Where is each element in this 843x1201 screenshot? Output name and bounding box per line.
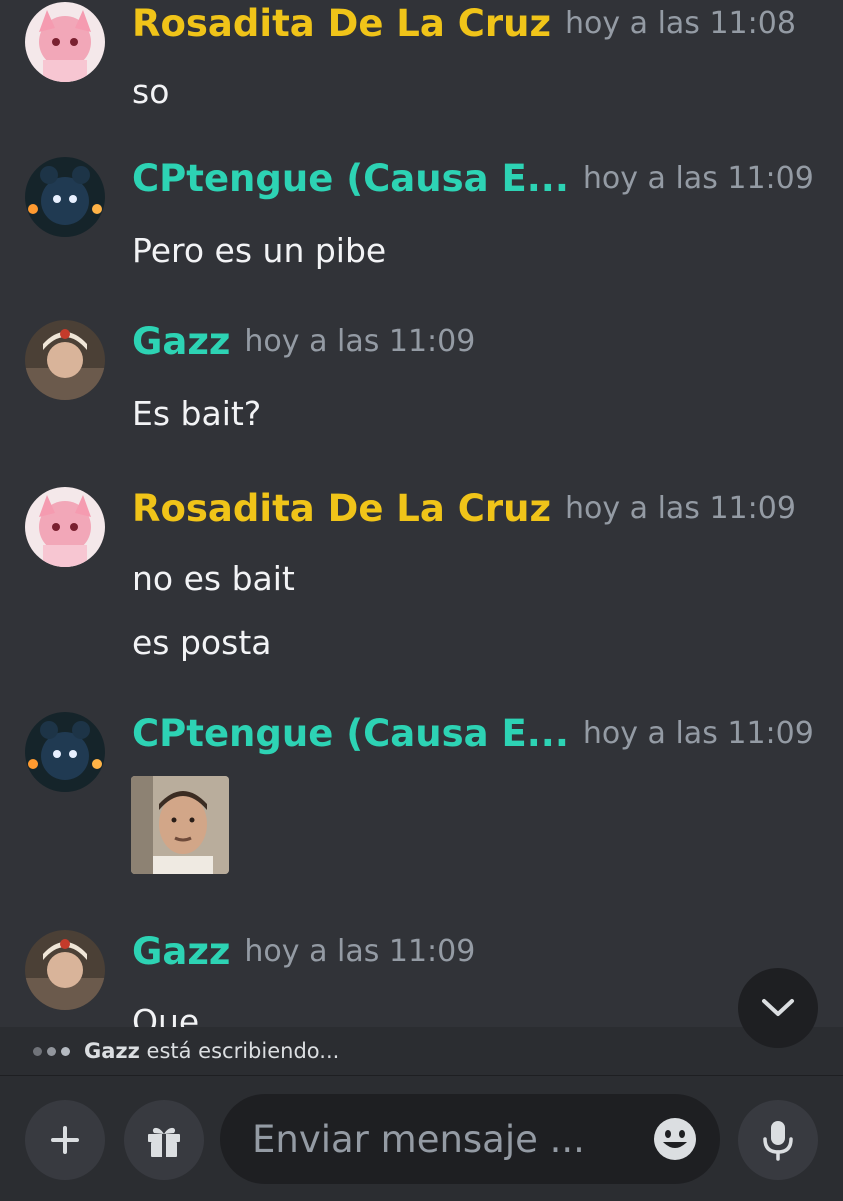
animatronic-bear-avatar[interactable]: [25, 712, 105, 792]
author-name[interactable]: Gazz: [132, 320, 230, 363]
author-name[interactable]: Gazz: [132, 930, 230, 973]
message-header: Gazz hoy a las 11:09: [132, 930, 475, 990]
gift-button[interactable]: [124, 1100, 204, 1180]
timestamp: hoy a las 11:09: [244, 934, 476, 969]
typing-text: Gazz está escribiendo...: [84, 1039, 339, 1063]
typing-indicator: Gazz está escribiendo...: [0, 1027, 843, 1075]
add-attachment-button[interactable]: [25, 1100, 105, 1180]
timestamp: hoy a las 11:09: [582, 716, 814, 751]
photo-avatar[interactable]: [25, 930, 105, 1010]
typing-status: está escribiendo...: [146, 1039, 340, 1063]
chevron-down-icon: [762, 999, 794, 1016]
message-input[interactable]: [250, 1116, 634, 1162]
pink-anime-avatar[interactable]: [25, 2, 105, 82]
animatronic-bear-avatar[interactable]: [25, 157, 105, 237]
image-attachment[interactable]: [131, 776, 229, 874]
message-input-container[interactable]: [220, 1094, 720, 1184]
message-text: es posta: [132, 623, 272, 662]
message-text: Que: [132, 1002, 200, 1027]
message-header: CPtengue (Causa E... hoy a las 11:09: [132, 712, 814, 772]
photo-avatar[interactable]: [25, 320, 105, 400]
author-name[interactable]: CPtengue (Causa E...: [132, 157, 569, 200]
message-list: Rosadita De La Cruz hoy a las 11:08 so CP…: [0, 0, 843, 1027]
message-text: no es bait: [132, 559, 295, 598]
author-name[interactable]: Rosadita De La Cruz: [132, 487, 551, 530]
timestamp: hoy a las 11:09: [565, 491, 796, 526]
message-text: Es bait?: [132, 394, 262, 433]
microphone-icon: [763, 1121, 793, 1161]
author-name[interactable]: CPtengue (Causa E...: [132, 712, 569, 755]
plus-icon: [51, 1126, 79, 1154]
message-header: Rosadita De La Cruz hoy a las 11:09: [132, 487, 796, 547]
typing-user: Gazz: [84, 1039, 140, 1063]
message-text: Pero es un pibe: [132, 231, 387, 270]
timestamp: hoy a las 11:09: [244, 324, 476, 359]
timestamp: hoy a las 11:09: [582, 161, 814, 196]
scroll-to-bottom-button[interactable]: [738, 968, 818, 1048]
message-composer: [0, 1075, 843, 1201]
timestamp: hoy a las 11:08: [565, 6, 796, 41]
pink-anime-avatar[interactable]: [25, 487, 105, 567]
author-name[interactable]: Rosadita De La Cruz: [132, 2, 551, 45]
emoji-icon[interactable]: [652, 1116, 698, 1162]
gift-icon: [148, 1127, 180, 1157]
message-header: CPtengue (Causa E... hoy a las 11:09: [132, 157, 814, 217]
typing-dots-icon: [33, 1046, 70, 1056]
message-header: Rosadita De La Cruz hoy a las 11:08: [132, 2, 796, 62]
voice-message-button[interactable]: [738, 1100, 818, 1180]
message-header: Gazz hoy a las 11:09: [132, 320, 475, 380]
message-text: so: [132, 72, 170, 111]
